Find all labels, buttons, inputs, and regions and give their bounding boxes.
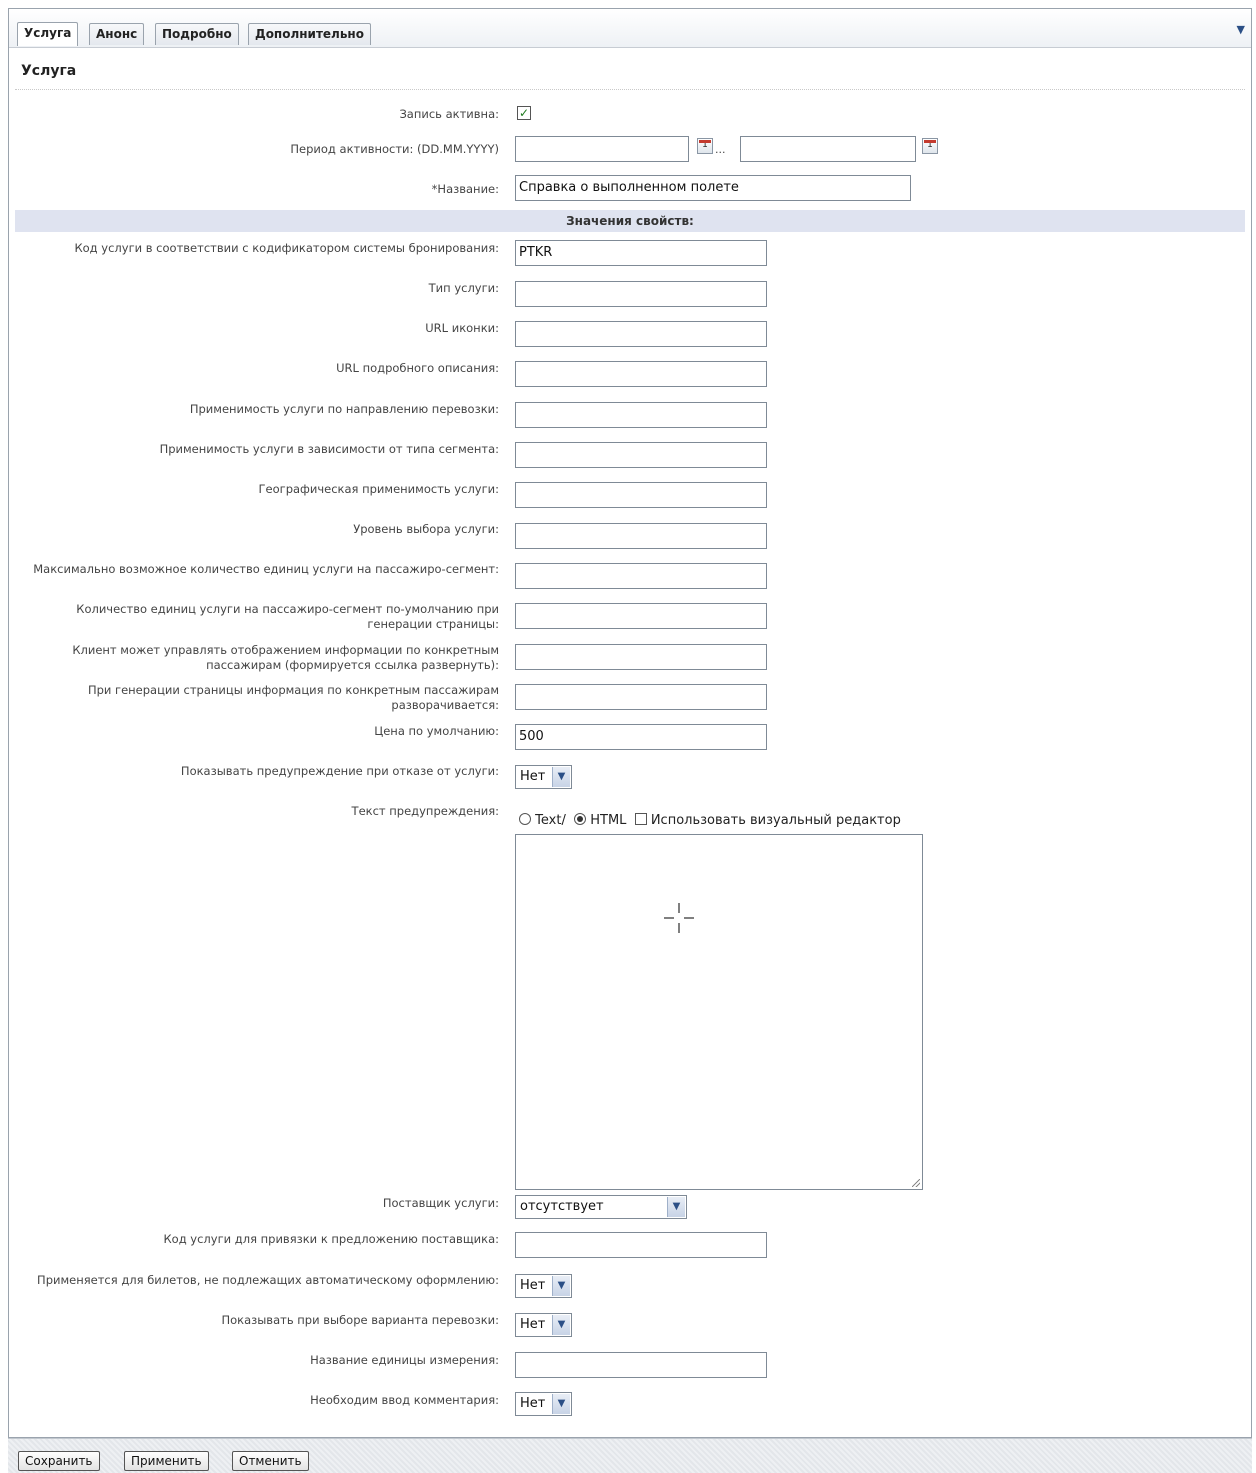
comment-required-select[interactable]: Нет ▼ xyxy=(515,1392,572,1416)
active-checkbox[interactable]: ✓ xyxy=(517,106,531,120)
section-title: Услуга xyxy=(21,63,77,79)
radio-text-suffix: / xyxy=(561,813,566,828)
period-separator: ... xyxy=(715,143,726,156)
desc-url-input[interactable] xyxy=(515,361,767,387)
name-input[interactable]: Справка о выполненном полете xyxy=(515,175,911,201)
non-auto-select[interactable]: Нет ▼ xyxy=(515,1274,572,1298)
warn-text-label: Текст предупреждения: xyxy=(351,804,499,818)
resize-grip-icon[interactable] xyxy=(912,1179,920,1187)
max-units-input[interactable] xyxy=(515,563,767,589)
show-on-select-value: Нет xyxy=(520,1317,546,1332)
comment-required-label: Необходим ввод комментария: xyxy=(310,1393,499,1407)
name-label: *Название: xyxy=(431,182,499,196)
client-display-label: Клиент может управлять отображением инфо… xyxy=(72,643,499,672)
tab-bar: Услуга Анонс Подробно Дополнительно ▼ xyxy=(9,9,1251,48)
geo-label: Географическая применимость услуги: xyxy=(258,482,499,496)
expand-input[interactable] xyxy=(515,684,767,710)
expand-label: При генерации страницы информация по кон… xyxy=(87,683,499,712)
warn-show-label: Показывать предупреждение при отказе от … xyxy=(180,764,499,778)
level-input[interactable] xyxy=(515,523,767,549)
chevron-down-icon: ▼ xyxy=(552,1394,570,1414)
warning-textarea[interactable] xyxy=(515,834,923,1190)
price-input[interactable]: 500 xyxy=(515,724,767,750)
save-button[interactable]: Сохранить xyxy=(18,1451,100,1471)
tab-menu-chevron-down-icon[interactable]: ▼ xyxy=(1237,23,1245,36)
show-on-select-select[interactable]: Нет ▼ xyxy=(515,1313,572,1337)
segment-type-input[interactable] xyxy=(515,442,767,468)
divider xyxy=(15,89,1245,90)
non-auto-value: Нет xyxy=(520,1278,546,1293)
calendar-icon[interactable]: 1 xyxy=(922,138,938,154)
unit-name-input[interactable] xyxy=(515,1352,767,1378)
supplier-label: Поставщик услуги: xyxy=(382,1196,499,1210)
default-units-input[interactable] xyxy=(515,603,767,629)
geo-input[interactable] xyxy=(515,482,767,508)
crosshair-cursor-icon xyxy=(664,903,694,933)
button-bar: Сохранить Применить Отменить xyxy=(8,1438,1252,1473)
non-auto-label: Применяется для билетов, не подлежащих а… xyxy=(37,1273,499,1287)
icon-url-input[interactable] xyxy=(515,321,767,347)
supplier-select[interactable]: отсутствует ▼ xyxy=(515,1195,687,1219)
properties-header: Значения свойств: xyxy=(15,210,1245,232)
type-input[interactable] xyxy=(515,281,767,307)
text-format-options: Text/ HTML Использовать визуальный редак… xyxy=(519,813,901,828)
desc-url-label: URL подробного описания: xyxy=(336,361,499,375)
radio-text-label: Text xyxy=(535,813,562,828)
radio-html-label: HTML xyxy=(590,813,627,828)
icon-url-label: URL иконки: xyxy=(425,321,499,335)
period-to-input[interactable] xyxy=(740,136,916,162)
tab-additional[interactable]: Дополнительно xyxy=(248,23,371,45)
edit-form-frame: Услуга Анонс Подробно Дополнительно ▼ Ус… xyxy=(8,8,1252,1438)
radio-text[interactable] xyxy=(519,813,531,825)
default-units-label: Количество единиц услуги на пассажиро-се… xyxy=(76,602,499,631)
direction-label: Применимость услуги по направлению перев… xyxy=(189,402,499,416)
show-on-select-label: Показывать при выборе варианта перевозки… xyxy=(221,1313,499,1327)
active-label: Запись активна: xyxy=(399,107,499,121)
type-label: Тип услуги: xyxy=(428,281,499,295)
segment-type-label: Применимость услуги в зависимости от тип… xyxy=(159,442,499,456)
apply-button[interactable]: Применить xyxy=(124,1451,209,1471)
supplier-code-label: Код услуги для привязки к предложению по… xyxy=(163,1232,500,1246)
level-label: Уровень выбора услуги: xyxy=(353,522,499,536)
chevron-down-icon: ▼ xyxy=(552,767,570,787)
calendar-icon[interactable]: 1 xyxy=(697,138,713,154)
visual-editor-checkbox[interactable] xyxy=(634,813,647,825)
visual-editor-label: Использовать визуальный редактор xyxy=(650,813,901,828)
period-label: Период активности: (DD.MM.YYYY) xyxy=(290,142,499,156)
tab-details[interactable]: Подробно xyxy=(155,23,239,45)
radio-html[interactable] xyxy=(574,813,587,825)
warn-show-value: Нет xyxy=(520,769,546,784)
period-from-input[interactable] xyxy=(515,136,689,162)
supplier-value: отсутствует xyxy=(520,1199,604,1214)
unit-name-label: Название единицы измерения: xyxy=(310,1353,499,1367)
max-units-label: Максимально возможное количество единиц … xyxy=(33,562,499,576)
tab-announce[interactable]: Анонс xyxy=(89,23,145,45)
client-display-input[interactable] xyxy=(515,644,767,670)
code-label: Код услуги в соответствии с кодификаторо… xyxy=(74,241,499,255)
price-label: Цена по умолчанию: xyxy=(374,724,499,738)
chevron-down-icon: ▼ xyxy=(667,1197,685,1217)
warn-show-select[interactable]: Нет ▼ xyxy=(515,765,572,789)
chevron-down-icon: ▼ xyxy=(552,1315,570,1335)
supplier-code-input[interactable] xyxy=(515,1232,767,1258)
direction-input[interactable] xyxy=(515,402,767,428)
chevron-down-icon: ▼ xyxy=(552,1276,570,1296)
code-input[interactable]: PTKR xyxy=(515,240,767,266)
comment-required-value: Нет xyxy=(520,1396,546,1411)
cancel-button[interactable]: Отменить xyxy=(232,1451,309,1471)
tab-service[interactable]: Услуга xyxy=(17,22,79,46)
